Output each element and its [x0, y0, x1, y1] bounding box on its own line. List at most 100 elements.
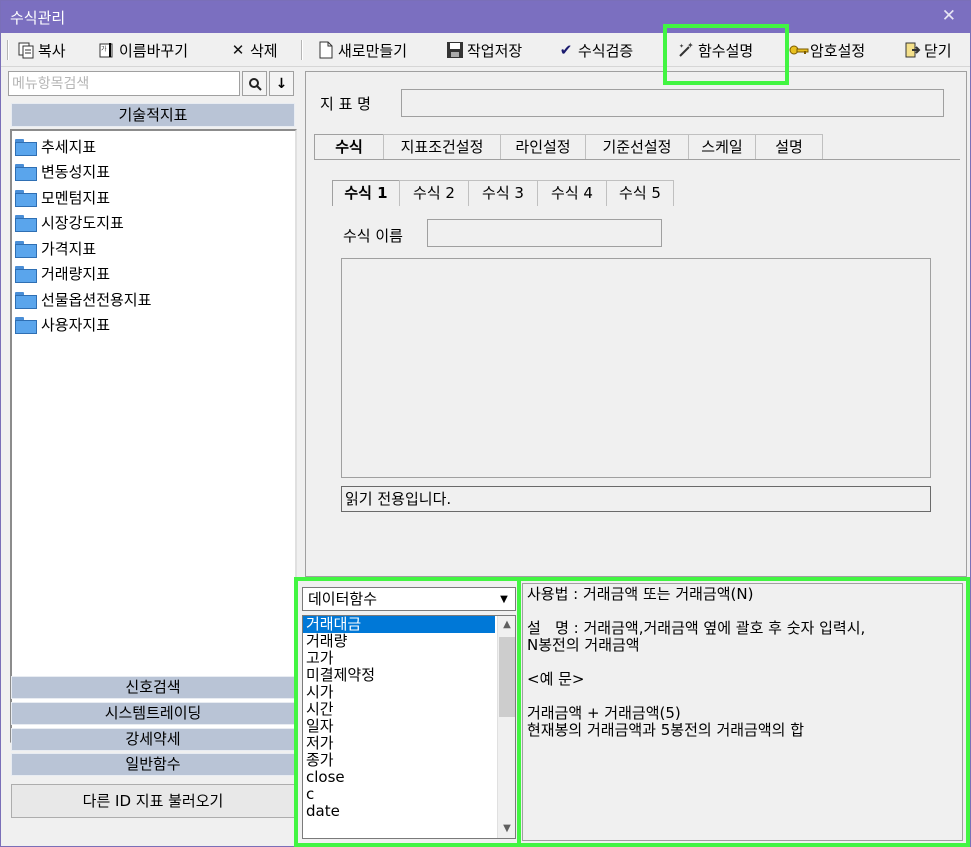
close-label: 닫기 [924, 41, 952, 60]
formula-name-field[interactable] [427, 219, 662, 247]
indicator-name-field[interactable] [401, 89, 944, 117]
function-list-item[interactable]: 거래량 [303, 633, 515, 650]
tree-item[interactable]: 선물옵션전용지표 [15, 288, 151, 310]
formula-manager-window: 수식관리 ✕ 복사 가 이름바꾸기 ✕ 삭제 새로만들기 작업저장 ✔ 수식검증… [0, 0, 971, 847]
function-listbox[interactable]: 거래대금 거래량 고가 미결제약정 시가 시간 일자 저가 종가 close c date ▲ ▼ [302, 615, 516, 839]
function-list-item[interactable]: 시간 [303, 701, 515, 718]
new-label: 새로만들기 [338, 41, 408, 60]
menu-search-input[interactable] [9, 72, 239, 95]
rename-button[interactable]: 가 이름바꾸기 [98, 37, 188, 63]
tree-item-label: 선물옵션전용지표 [41, 290, 152, 309]
usage-text: 사용법 : 거래금액 또는 거래금액(N) [527, 585, 754, 603]
function-list-item[interactable]: 종가 [303, 752, 515, 769]
tree-item[interactable]: 추세지표 [15, 135, 96, 157]
function-list-item[interactable]: 고가 [303, 650, 515, 667]
password-label: 암호설정 [810, 41, 866, 60]
copy-icon [17, 41, 35, 59]
tab-formula-2[interactable]: 수식 2 [399, 180, 469, 206]
new-document-icon [317, 41, 335, 59]
function-list-item[interactable]: close [303, 769, 515, 786]
svg-text:✦: ✦ [679, 43, 684, 50]
tab-scale[interactable]: 스케일 [688, 134, 756, 160]
tree-item[interactable]: 모멘텀지표 [15, 186, 110, 208]
indicator-name-label: 지 표 명 [320, 95, 371, 113]
svg-text:가: 가 [101, 45, 107, 53]
verify-button[interactable]: ✔ 수식검증 [557, 37, 634, 63]
copy-button[interactable]: 복사 [17, 37, 66, 63]
function-description-button[interactable]: ✦ ✦ 함수설명 [677, 37, 753, 63]
folder-icon [15, 266, 37, 283]
function-list-item[interactable]: 시가 [303, 684, 515, 701]
listbox-scrollbar[interactable]: ▲ ▼ [497, 616, 515, 838]
save-disk-icon [446, 41, 464, 59]
tab-indicator-conditions[interactable]: 지표조건설정 [383, 134, 501, 160]
toolbar-separator [665, 40, 667, 60]
save-button[interactable]: 작업저장 [446, 37, 522, 63]
function-list-item[interactable]: 저가 [303, 735, 515, 752]
password-button[interactable]: 암호설정 [789, 37, 865, 63]
category-bull-bear[interactable]: 강세약세 [11, 728, 295, 751]
function-items: 거래대금 거래량 고가 미결제약정 시가 시간 일자 저가 종가 close c date [303, 616, 515, 820]
tab-formula-4[interactable]: 수식 4 [537, 180, 607, 206]
tree-item[interactable]: 변동성지표 [15, 161, 110, 183]
category-general-functions[interactable]: 일반함수 [11, 753, 295, 776]
function-list-item[interactable]: c [303, 786, 515, 803]
delete-label: 삭제 [250, 41, 278, 60]
function-list-item[interactable]: date [303, 803, 515, 820]
function-list-item[interactable]: 일자 [303, 718, 515, 735]
scroll-thumb[interactable] [499, 637, 515, 717]
tab-formula-1[interactable]: 수식 1 [332, 180, 400, 206]
svg-text:✦: ✦ [687, 41, 694, 50]
function-category-select[interactable]: 데이터함수 ▼ [302, 587, 516, 611]
category-signal-search[interactable]: 신호검색 [11, 676, 295, 699]
function-list-panel: 데이터함수 ▼ 거래대금 거래량 고가 미결제약정 시가 시간 일자 저가 종가 close c da… [301, 587, 517, 843]
indicator-tree: 추세지표변동성지표모멘텀지표시장강도지표가격지표거래량지표선물옵션전용지표사용자… [10, 129, 297, 743]
tree-item[interactable]: 가격지표 [15, 237, 96, 259]
key-icon [789, 41, 809, 59]
example-description: 현재봉의 거래금액과 5봉전의 거래금액의 합 [527, 721, 805, 739]
search-icon [248, 77, 262, 91]
tab-line-settings[interactable]: 라인설정 [500, 134, 586, 160]
close-icon[interactable]: ✕ [942, 6, 956, 26]
tree-item-label: 사용자지표 [41, 316, 111, 334]
toolbar-separator [301, 40, 303, 60]
formula-text-area[interactable] [341, 258, 931, 478]
category-technical-indicators[interactable]: 기술적지표 [11, 103, 295, 127]
function-description-box: 사용법 : 거래금액 또는 거래금액(N) 설 명 : 거래금액,거래금액 옆에… [522, 583, 963, 841]
explain-text: 설 명 : 거래금액,거래금액 옆에 괄호 후 숫자 입력시, N봉전의 거래금… [527, 619, 866, 654]
new-button[interactable]: 새로만들기 [317, 37, 407, 63]
main-tabs: 수식 지표조건설정 라인설정 기준선설정 스케일 설명 [314, 134, 823, 160]
delete-button[interactable]: ✕ 삭제 [229, 37, 278, 63]
menu-search-box[interactable] [8, 71, 240, 96]
window-title: 수식관리 [10, 9, 66, 27]
tab-description[interactable]: 설명 [755, 134, 823, 160]
scroll-up-icon[interactable]: ▲ [498, 616, 515, 634]
function-list-item[interactable]: 거래대금 [303, 616, 495, 633]
tree-item-label: 변동성지표 [41, 163, 111, 181]
tab-underline [314, 159, 960, 160]
title-bar: 수식관리 ✕ [1, 1, 970, 33]
tree-item-label: 추세지표 [41, 137, 97, 156]
tab-formula-3[interactable]: 수식 3 [468, 180, 538, 206]
close-button[interactable]: 닫기 [903, 37, 952, 63]
tree-item[interactable]: 거래량지표 [15, 263, 110, 285]
left-panel: ↓ 기술적지표 추세지표변동성지표모멘텀지표시장강도지표가격지표거래량지표선물옵… [5, 69, 300, 843]
checkmark-icon: ✔ [559, 41, 573, 59]
load-other-id-button[interactable]: 다른 ID 지표 불러오기 [11, 784, 295, 818]
chevron-down-icon[interactable]: ▼ [496, 592, 512, 607]
scroll-down-icon[interactable]: ▼ [498, 820, 515, 838]
tree-item[interactable]: 시장강도지표 [15, 212, 124, 234]
function-list-item[interactable]: 미결제약정 [303, 667, 515, 684]
toolbar-separator [7, 40, 9, 60]
search-button[interactable] [242, 71, 267, 96]
down-button[interactable]: ↓ [269, 71, 294, 96]
rename-icon: 가 [98, 41, 116, 59]
tab-formula-5[interactable]: 수식 5 [606, 180, 674, 206]
tab-baseline-settings[interactable]: 기준선설정 [585, 134, 689, 160]
tree-item[interactable]: 사용자지표 [15, 314, 110, 336]
folder-icon [15, 240, 37, 258]
function-description-label: 함수설명 [698, 41, 754, 60]
category-system-trading[interactable]: 시스템트레이딩 [11, 702, 295, 725]
magic-wand-icon: ✦ ✦ [677, 41, 695, 59]
tab-formula[interactable]: 수식 [314, 134, 384, 160]
